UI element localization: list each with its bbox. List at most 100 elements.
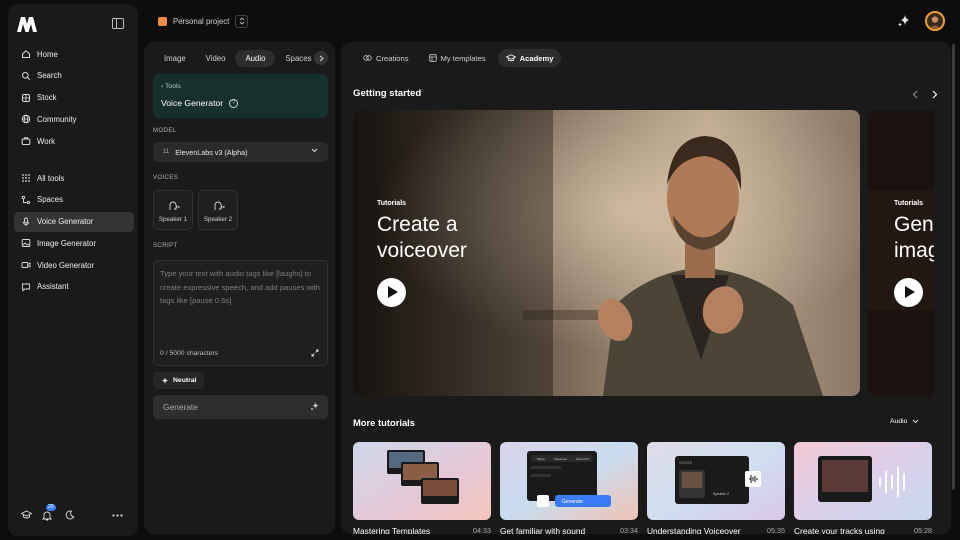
creations-icon [363, 54, 372, 62]
nav-label: Home [37, 49, 58, 59]
filter-dropdown[interactable]: Audio [890, 418, 919, 425]
nav-item-spaces[interactable]: Spaces [14, 190, 134, 210]
character-count: 0 / 5000 characters [160, 350, 219, 357]
tab-audio[interactable]: Audio [235, 50, 276, 67]
tool-title: Voice Generator ? [161, 98, 239, 108]
play-button[interactable] [377, 278, 406, 307]
tutorial-card[interactable]: Music Voiceover Sound FX Generate Get fa… [500, 442, 638, 534]
mockup-tab-voiceover: Voiceover [554, 457, 567, 461]
tutorial-title: Mastering Templates [353, 526, 431, 534]
project-name: Personal project [173, 16, 230, 26]
more-tutorials-heading: More tutorials [353, 417, 415, 428]
panel-tabs: Image Video Audio Spaces [154, 50, 321, 67]
elevenlabs-icon: 11 [163, 149, 170, 155]
nav-label: Search [37, 71, 62, 81]
tab-label: Academy [519, 53, 554, 63]
tutorial-duration: 05:28 [914, 526, 932, 534]
voice-label: Speaker 2 [203, 216, 233, 223]
tab-image[interactable]: Image [154, 50, 196, 67]
tutorial-card[interactable]: Mastering Templates 04:33 [353, 442, 491, 534]
academy-cap-icon [505, 54, 516, 62]
nav-item-video-generator[interactable]: Video Generator [14, 255, 134, 275]
next-hero-tag: Tutorials [894, 200, 924, 207]
nav-item-voice-generator[interactable]: Voice Generator [14, 211, 134, 232]
tutorial-thumbnail [794, 442, 932, 520]
tab-academy[interactable]: Academy [497, 49, 562, 67]
more-options-icon[interactable] [110, 508, 124, 522]
nav-label: Work [37, 136, 56, 146]
nav-item-search[interactable]: Search [14, 66, 134, 86]
speaker-voice-icon [169, 201, 180, 210]
hero-title: Create a voiceover [377, 213, 467, 262]
nav-item-stock[interactable]: Stock [14, 88, 134, 108]
next-hero-title: Gen imag [894, 213, 934, 262]
sparkle-icon[interactable] [897, 14, 911, 28]
tone-neutral-button[interactable]: Neutral [153, 372, 205, 389]
generate-button[interactable]: Generate [153, 395, 328, 419]
spaces-icon [21, 195, 31, 205]
voices-section-label: VOICES [153, 174, 179, 181]
model-select[interactable]: 11 ElevenLabs v3 (Alpha) [153, 142, 328, 162]
voice-speaker-2[interactable]: Speaker 2 [198, 190, 238, 230]
generate-label: Generate [163, 402, 198, 412]
nav-label: Community [37, 114, 77, 124]
notification-badge: 20 [46, 504, 56, 511]
chevron-down-icon [311, 148, 318, 153]
mockup-speaker-label: Speaker 2 [713, 492, 729, 496]
tutorial-title: Understanding Voiceover [647, 526, 741, 534]
tutorial-card[interactable]: VOICES Speaker 2 Understanding Voiceover… [647, 442, 785, 534]
back-to-tools-link[interactable]: ‹ Tools [161, 83, 181, 90]
brand-logo[interactable] [16, 14, 38, 34]
script-textarea[interactable]: Type your text with audio tags like [lau… [153, 260, 328, 366]
sidebar-footer: 20 [8, 504, 138, 524]
generate-sparkle-icon [311, 402, 319, 410]
nav-item-all-tools[interactable]: All tools [14, 168, 134, 188]
nav-item-image-generator[interactable]: Image Generator [14, 233, 134, 253]
theme-moon-icon[interactable] [63, 508, 77, 522]
project-switcher[interactable]: Personal project [158, 12, 249, 30]
hero-tag: Tutorials [377, 200, 407, 207]
next-hero-card[interactable]: Tutorials Gen imag [868, 110, 934, 396]
carousel-arrows [901, 88, 941, 100]
user-avatar[interactable] [925, 11, 945, 31]
search-icon [21, 71, 31, 81]
tone-label: Neutral [173, 377, 197, 384]
nav-label: Stock [37, 93, 57, 103]
stock-icon [21, 93, 31, 103]
tabs-scroll-right-button[interactable] [314, 51, 328, 65]
main-nav: Home Search Stock Community Work [14, 44, 134, 153]
app-window: Home Search Stock Community Work All too… [0, 0, 960, 540]
carousel-prev-button[interactable] [909, 88, 921, 100]
nav-item-assistant[interactable]: Assistant [14, 277, 134, 297]
globe-icon [21, 114, 31, 124]
expand-icon[interactable] [311, 349, 319, 357]
academy-icon[interactable] [19, 508, 33, 522]
voice-generator-panel: Image Video Audio Spaces ‹ Tools Voice G… [144, 42, 335, 534]
nav-item-community[interactable]: Community [14, 109, 134, 129]
tutorial-card[interactable]: Create your tracks using 05:28 [794, 442, 932, 534]
nav-label: All tools [37, 173, 65, 183]
hero-tutorial-card[interactable]: Tutorials Create a voiceover [353, 110, 860, 396]
tab-creations[interactable]: Creations [355, 49, 417, 67]
briefcase-icon [21, 136, 31, 146]
left-sidebar: Home Search Stock Community Work All too… [8, 4, 138, 536]
next-play-button[interactable] [894, 278, 923, 307]
mockup-voices-label: VOICES [679, 461, 693, 465]
nav-item-home[interactable]: Home [14, 44, 134, 64]
getting-started-heading: Getting started [353, 88, 422, 99]
page-scrollbar[interactable] [952, 44, 955, 490]
model-value: ElevenLabs v3 (Alpha) [175, 147, 248, 157]
speaker-voice-icon [214, 201, 225, 210]
carousel-next-button[interactable] [929, 88, 941, 100]
notifications-bell-icon[interactable]: 20 [40, 504, 56, 522]
tab-video[interactable]: Video [196, 50, 236, 67]
chat-icon [21, 282, 31, 292]
templates-icon [428, 54, 437, 62]
help-icon[interactable]: ? [229, 98, 239, 108]
voice-speaker-1[interactable]: Speaker 1 [153, 190, 193, 230]
nav-item-work[interactable]: Work [14, 131, 134, 151]
collapse-sidebar-icon[interactable] [112, 18, 124, 29]
tab-my-templates[interactable]: My templates [421, 49, 494, 67]
main-tabs: Creations My templates Academy [355, 49, 565, 67]
tab-label: My templates [440, 53, 486, 63]
